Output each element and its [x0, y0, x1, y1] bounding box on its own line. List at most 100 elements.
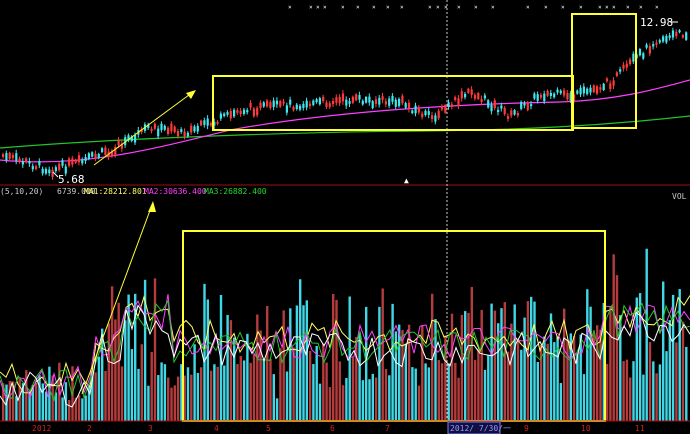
- volume-bar: [480, 309, 483, 421]
- candle-body: [153, 123, 156, 129]
- candle-body: [157, 128, 160, 137]
- volume-bar: [549, 313, 553, 421]
- volume-bar: [305, 300, 308, 421]
- volume-bar: [648, 342, 652, 421]
- candle-body: [665, 35, 668, 43]
- candle-body: [351, 96, 354, 103]
- volume-bar: [157, 375, 160, 421]
- candle-body: [629, 59, 632, 64]
- candle-body: [497, 109, 500, 113]
- volume-bar: [440, 363, 444, 421]
- volume-bar: [358, 332, 361, 421]
- volume-bar: [190, 374, 193, 421]
- candle-body: [553, 93, 556, 98]
- event-mark: ×: [579, 4, 583, 11]
- candle-body: [322, 97, 325, 101]
- volume-bar: [137, 368, 140, 421]
- candle-body: [543, 93, 546, 102]
- volume-bar: [599, 329, 602, 421]
- candle-body: [315, 99, 318, 103]
- volume-bar: [391, 303, 394, 421]
- top-event-marks: × × × × × × × × × × × × × × × × × × × × × × × × ×: [288, 4, 659, 11]
- volume-bar: [414, 368, 417, 421]
- candle-body: [599, 87, 602, 90]
- candle-body: [252, 108, 255, 117]
- volume-bar: [460, 314, 464, 421]
- volume-bar: [483, 369, 487, 421]
- candle-body: [444, 104, 447, 113]
- axis-label-may: 5: [266, 424, 271, 433]
- candle-body: [91, 152, 94, 157]
- candle-body: [312, 100, 315, 105]
- vol-ma2-label: MA2:30636.400: [144, 187, 207, 196]
- volume-bar: [315, 346, 318, 421]
- candle-body: [77, 155, 81, 163]
- candle-body: [516, 113, 519, 116]
- volume-bar: [655, 373, 658, 421]
- volume-bar: [582, 374, 586, 421]
- event-mark: ×: [428, 4, 432, 11]
- candle-body: [609, 83, 612, 90]
- candle-body: [150, 128, 153, 131]
- candle-body: [440, 106, 444, 110]
- volume-bar: [662, 281, 665, 421]
- volume-bar: [170, 387, 173, 421]
- volume-bar: [328, 387, 332, 421]
- candle-body: [74, 159, 77, 163]
- candle-body: [579, 87, 582, 95]
- volume-bar: [530, 296, 533, 421]
- candle-body: [35, 166, 38, 169]
- volume-bar: [81, 398, 84, 421]
- volume-bar: [256, 314, 259, 421]
- candle-body: [285, 105, 288, 113]
- volume-bar: [173, 385, 176, 421]
- volume-bar: [447, 363, 450, 421]
- volume-bar: [124, 320, 127, 421]
- event-mark: ×: [288, 4, 292, 11]
- candle-body: [289, 99, 292, 105]
- candle-body: [180, 129, 183, 132]
- candle-body: [546, 90, 549, 96]
- candle-body: [526, 102, 529, 111]
- volume-bar: [437, 360, 440, 421]
- candle-body: [338, 96, 341, 104]
- candle-body: [160, 123, 163, 131]
- event-mark: ×: [491, 4, 495, 11]
- low-price-label: 5.68: [58, 173, 85, 186]
- candle-body: [341, 93, 345, 102]
- volume-bar: [318, 383, 322, 421]
- axis-label-mar: 3: [148, 424, 153, 433]
- event-mark: ×: [561, 4, 565, 11]
- candle-body: [44, 168, 48, 174]
- volume-bar: [269, 358, 272, 421]
- candle-body: [454, 97, 457, 100]
- volume-bar: [635, 297, 638, 421]
- event-mark: ×: [612, 4, 616, 11]
- candle-body: [671, 30, 675, 38]
- candle-body: [417, 107, 420, 113]
- candle-body: [480, 98, 483, 103]
- candle-body: [51, 169, 54, 177]
- candle-body: [447, 102, 450, 108]
- event-mark: ×: [341, 4, 345, 11]
- volume-bar: [503, 302, 506, 421]
- volume-bar: [368, 379, 371, 421]
- candle-body: [348, 101, 351, 104]
- candle-body: [487, 100, 490, 108]
- volume-bar: [200, 367, 203, 421]
- candle-body: [239, 110, 242, 115]
- volume-bar: [500, 308, 503, 421]
- candle-body: [533, 93, 536, 99]
- volume-bar: [167, 377, 170, 421]
- candle-body: [596, 86, 599, 94]
- candle-body: [457, 98, 460, 106]
- volume-bar: [546, 343, 549, 421]
- candle-body: [424, 110, 427, 116]
- axis-label-jun: 6: [330, 424, 335, 433]
- volume-bar: [473, 360, 477, 421]
- candle-body: [450, 104, 453, 107]
- volume-bar: [120, 366, 124, 421]
- candle-body: [219, 113, 222, 119]
- volume-bar: [658, 364, 662, 421]
- axis-label-2012: 2012: [32, 424, 51, 433]
